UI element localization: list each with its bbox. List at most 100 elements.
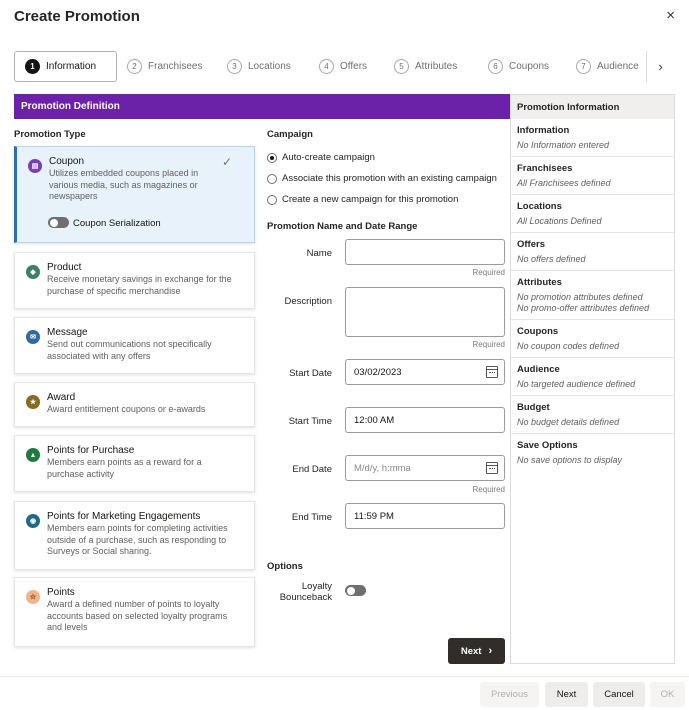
next-step-label: Next <box>460 645 482 657</box>
card-description: Members earn points as a reward for a pu… <box>47 457 202 479</box>
points-engagement-icon: ◉ <box>26 514 40 528</box>
info-item-value: No promo-offer attributes defined <box>517 303 650 313</box>
points-icon: ☆ <box>26 590 40 604</box>
info-item-value: All Franchisees defined <box>517 178 611 188</box>
step-information[interactable]: 1 Information <box>14 51 117 82</box>
radio-button[interactable] <box>267 173 277 184</box>
radio-auto-create-campaign[interactable]: Auto-create campaign <box>267 152 375 163</box>
step-label: Information <box>46 61 97 72</box>
points-purchase-icon: ▲ <box>26 448 40 462</box>
radio-button[interactable] <box>267 194 277 205</box>
type-card-product[interactable]: ◆ Product Receive monetary savings in ex… <box>14 252 255 309</box>
card-description: Award a defined number of points to loya… <box>47 599 228 632</box>
type-card-award[interactable]: ★ Award Award entitlement coupons or e-a… <box>14 382 255 427</box>
card-title: Coupon <box>49 156 85 167</box>
radio-associate-existing-campaign[interactable]: Associate this promotion with an existin… <box>267 173 497 184</box>
promotion-information-panel: Promotion Information Information No Inf… <box>510 94 675 664</box>
info-item-attributes: Attributes No promotion attributes defin… <box>511 271 674 320</box>
start-time-input[interactable] <box>345 407 505 433</box>
chevron-right-icon[interactable]: › <box>646 51 674 82</box>
info-item-value: All Locations Defined <box>517 216 602 226</box>
card-description: Award entitlement coupons or e-awards <box>47 404 206 414</box>
description-input[interactable] <box>345 287 505 337</box>
info-item-title: Offers <box>517 239 545 250</box>
name-required-text: Required <box>472 268 505 277</box>
step-number: 4 <box>319 59 334 74</box>
info-item-title: Locations <box>517 201 562 212</box>
name-input[interactable] <box>345 239 505 265</box>
start-date-input[interactable] <box>345 359 505 385</box>
step-train: 1 Information 2 Franchisees 3 Locations … <box>14 51 674 83</box>
type-card-points-for-marketing-engagements[interactable]: ◉ Points for Marketing Engagements Membe… <box>14 501 255 570</box>
ok-button[interactable]: OK <box>650 682 685 707</box>
type-card-message[interactable]: ✉ Message Send out communications not sp… <box>14 317 255 374</box>
dialog-title: Create Promotion <box>14 8 140 25</box>
card-title: Product <box>47 262 82 273</box>
end-date-required-text: Required <box>472 485 505 494</box>
footer-next-button[interactable]: Next <box>545 682 588 707</box>
coupon-serialization-toggle[interactable] <box>48 217 69 228</box>
info-panel-header: Promotion Information <box>511 94 674 119</box>
loyalty-bounceback-toggle[interactable] <box>345 585 366 596</box>
step-audience[interactable]: 7 Audience <box>576 51 639 82</box>
coupon-serialization-label: Coupon Serialization <box>73 218 161 229</box>
step-label: Franchisees <box>148 61 203 72</box>
card-title: Points for Marketing Engagements <box>47 511 201 522</box>
product-icon: ◆ <box>26 265 40 279</box>
step-franchisees[interactable]: 2 Franchisees <box>127 51 202 82</box>
promotion-definition-header: Promotion Definition <box>14 94 510 119</box>
step-number: 7 <box>576 59 591 74</box>
check-icon: ✓ <box>221 155 232 169</box>
end-date-input[interactable] <box>345 455 505 481</box>
card-description: Receive monetary savings in exchange for… <box>47 274 232 296</box>
info-item-locations: Locations All Locations Defined <box>511 195 674 233</box>
step-coupons[interactable]: 6 Coupons <box>488 51 549 82</box>
end-time-input[interactable] <box>345 503 505 529</box>
chevron-right-icon: › <box>488 645 493 657</box>
next-step-button[interactable]: Next › <box>448 638 505 664</box>
info-item-offers: Offers No offers defined <box>511 233 674 271</box>
step-label: Coupons <box>509 61 550 72</box>
info-item-value: No promotion attributes defined <box>517 292 643 302</box>
info-item-title: Coupons <box>517 326 559 337</box>
step-offers[interactable]: 4 Offers <box>319 51 367 82</box>
radio-button[interactable] <box>267 152 277 163</box>
end-time-label: End Time <box>291 512 332 523</box>
type-card-coupon[interactable]: ▤ Coupon Utilizes embedded coupons place… <box>14 146 255 243</box>
cancel-button[interactable]: Cancel <box>593 682 645 707</box>
loyalty-label-line2: Bounceback <box>279 592 332 603</box>
name-label: Name <box>306 248 332 259</box>
info-item-coupons: Coupons No coupon codes defined <box>511 320 674 358</box>
calendar-icon[interactable] <box>486 366 498 378</box>
step-label: Offers <box>340 61 368 72</box>
step-attributes[interactable]: 5 Attributes <box>394 51 457 82</box>
card-title: Message <box>47 327 88 338</box>
step-number: 6 <box>488 59 503 74</box>
start-date-label: Start Date <box>289 368 332 379</box>
type-card-points-for-purchase[interactable]: ▲ Points for Purchase Members earn point… <box>14 435 255 492</box>
previous-button[interactable]: Previous <box>480 682 539 707</box>
radio-create-new-campaign[interactable]: Create a new campaign for this promotion <box>267 194 458 205</box>
dialog-footer: Previous Next Cancel OK <box>0 676 689 710</box>
step-label: Locations <box>248 61 291 72</box>
end-date-label: End Date <box>292 464 332 475</box>
card-description: Utilizes embedded coupons placed in vari… <box>49 168 199 201</box>
card-title: Points <box>47 587 75 598</box>
calendar-icon[interactable] <box>486 462 498 474</box>
step-locations[interactable]: 3 Locations <box>227 51 291 82</box>
close-icon[interactable]: × <box>666 7 675 24</box>
type-card-points[interactable]: ☆ Points Award a defined number of point… <box>14 577 255 647</box>
description-required-text: Required <box>472 340 505 349</box>
info-item-value: No Information entered <box>517 140 610 150</box>
card-title: Award <box>47 392 76 403</box>
info-item-budget: Budget No budget details defined <box>511 396 674 434</box>
award-icon: ★ <box>26 395 40 409</box>
info-item-save-options: Save Options No save options to display <box>511 434 674 471</box>
start-time-label: Start Time <box>288 416 332 427</box>
options-label: Options <box>267 561 303 572</box>
promotion-type-label: Promotion Type <box>14 129 86 140</box>
loyalty-bounceback-label: Loyalty Bounceback <box>267 581 332 603</box>
info-item-title: Save Options <box>517 440 578 451</box>
step-number: 3 <box>227 59 242 74</box>
info-item-title: Audience <box>517 364 560 375</box>
